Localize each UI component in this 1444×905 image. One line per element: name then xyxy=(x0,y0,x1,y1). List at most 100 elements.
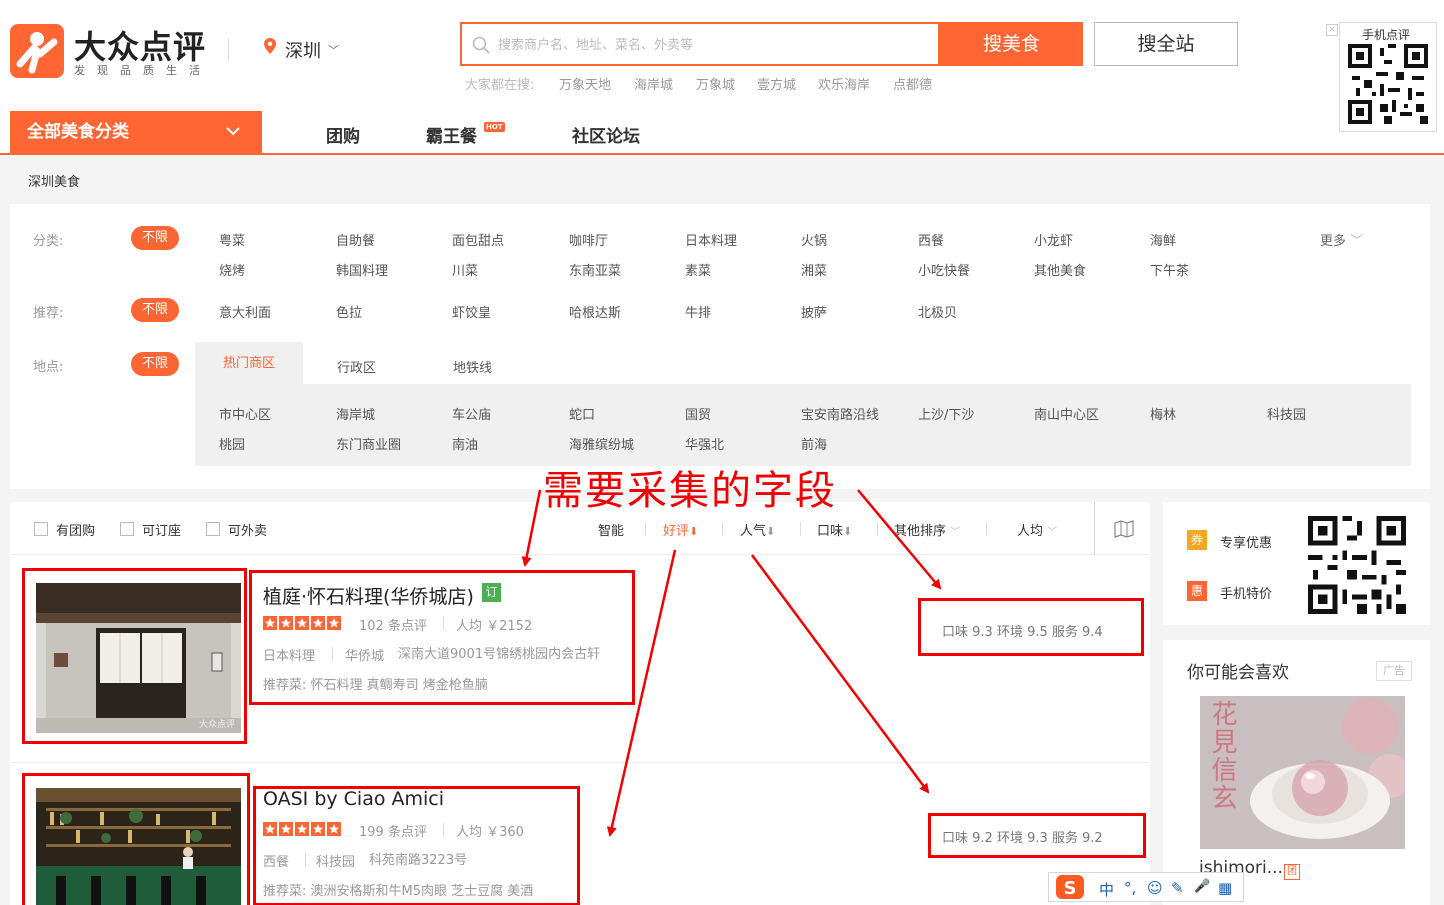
filter-category-item[interactable]: 面包甜点 xyxy=(452,230,504,249)
filter-category-item[interactable]: 日本料理 xyxy=(685,230,737,249)
filter-category-item[interactable]: 其他美食 xyxy=(1034,260,1086,279)
filter-unlimited-button[interactable]: 不限 xyxy=(131,298,179,322)
nav-free-meal[interactable]: 霸王餐 xyxy=(426,122,477,147)
filter-category-item[interactable]: 韩国料理 xyxy=(336,260,388,279)
filter-recommend-item[interactable]: 色拉 xyxy=(336,302,362,321)
filter-category-item[interactable]: 海鲜 xyxy=(1150,230,1176,249)
chevron-down-icon[interactable]: ﹀ xyxy=(328,42,339,58)
sort-other[interactable]: 其他排序 ﹀ xyxy=(894,520,960,539)
ime-chinese-mode[interactable]: 中 xyxy=(1099,879,1114,900)
promo-exclusive-link[interactable]: 专享优惠 xyxy=(1220,532,1272,551)
filter-unlimited-button[interactable]: 不限 xyxy=(131,226,179,250)
ime-handwrite-icon[interactable]: ✎ xyxy=(1171,879,1184,897)
filter-category-item[interactable]: 川菜 xyxy=(452,260,478,279)
filter-location-item[interactable]: 上沙/下沙 xyxy=(918,404,974,423)
ime-emoji-icon[interactable]: ☺ xyxy=(1147,879,1163,897)
filter-category-item[interactable]: 湘菜 xyxy=(801,260,827,279)
hot-search-word[interactable]: 万象天地 xyxy=(559,74,611,93)
filter-location-item[interactable]: 桃园 xyxy=(219,434,245,453)
filter-recommend-item[interactable]: 意大利面 xyxy=(219,302,271,321)
filter-location-item[interactable]: 国贸 xyxy=(685,404,711,423)
dianping-logo-icon[interactable] xyxy=(10,24,64,78)
hot-search-word[interactable]: 海岸城 xyxy=(634,74,673,93)
filter-location-item[interactable]: 车公庙 xyxy=(452,404,491,423)
filter-recommend-item[interactable]: 哈根达斯 xyxy=(569,302,621,321)
close-icon[interactable]: × xyxy=(1326,24,1338,36)
filter-category-item[interactable]: 小龙虾 xyxy=(1034,230,1073,249)
filter-category-item[interactable]: 东南亚菜 xyxy=(569,260,621,279)
filter-category-item[interactable]: 咖啡厅 xyxy=(569,230,608,249)
ime-punctuation[interactable]: °, xyxy=(1124,879,1136,897)
filter-category-item[interactable]: 小吃快餐 xyxy=(918,260,970,279)
hot-search-word[interactable]: 壹方城 xyxy=(757,74,796,93)
hot-search-word[interactable]: 点都德 xyxy=(893,74,932,93)
checkbox-reservable[interactable] xyxy=(120,522,134,536)
search-food-button[interactable]: 搜美食 xyxy=(940,22,1083,66)
checkbox-takeout[interactable] xyxy=(206,522,220,536)
recommended-dishes[interactable]: 推荐菜: 澳洲安格斯和牛M5肉眼 芝士豆腐 美酒 xyxy=(263,880,533,899)
filter-category-item[interactable]: 西餐 xyxy=(918,230,944,249)
filter-location-item[interactable]: 前海 xyxy=(801,434,827,453)
filter-location-item[interactable]: 宝安南路沿线 xyxy=(801,404,879,423)
more-categories-link[interactable]: 更多 ﹀ xyxy=(1320,230,1363,249)
filter-location-item[interactable]: 华强北 xyxy=(685,434,724,453)
breadcrumb[interactable]: 深圳美食 xyxy=(28,171,80,190)
review-count[interactable]: 199 条点评 xyxy=(359,821,427,840)
filter-location-item[interactable]: 梅林 xyxy=(1150,404,1176,423)
checkbox-label[interactable]: 可订座 xyxy=(142,520,181,539)
shop-area[interactable]: 华侨城 xyxy=(345,645,384,664)
filter-location-item[interactable]: 海岸城 xyxy=(336,404,375,423)
recommended-dishes[interactable]: 推荐菜: 怀石料理 真鲷寿司 烤金枪鱼腩 xyxy=(263,674,488,693)
search-all-button[interactable]: 搜全站 xyxy=(1094,22,1238,66)
checkbox-label[interactable]: 可外卖 xyxy=(228,520,267,539)
filter-unlimited-button[interactable]: 不限 xyxy=(131,352,179,376)
tab-administrative[interactable]: 行政区 xyxy=(337,357,376,376)
filter-category-item[interactable]: 粤菜 xyxy=(219,230,245,249)
hot-search-word[interactable]: 欢乐海岸 xyxy=(818,74,870,93)
filter-category-item[interactable]: 下午茶 xyxy=(1150,260,1189,279)
promo-mobile-link[interactable]: 手机特价 xyxy=(1220,583,1272,602)
filter-category-item[interactable]: 烧烤 xyxy=(219,260,245,279)
filter-recommend-item[interactable]: 牛排 xyxy=(685,302,711,321)
filter-category-item[interactable]: 火锅 xyxy=(801,230,827,249)
city-selector[interactable]: 深圳 xyxy=(285,37,321,63)
sort-smart[interactable]: 智能 xyxy=(598,520,624,539)
filter-location-item[interactable]: 市中心区 xyxy=(219,404,271,423)
ime-toolbox-icon[interactable]: ▦ xyxy=(1218,879,1232,897)
filter-location-item[interactable]: 南油 xyxy=(452,434,478,453)
location-pin-icon[interactable] xyxy=(264,38,276,54)
shop-photo[interactable]: 大众点评 xyxy=(36,583,241,733)
hot-search-word[interactable]: 万象城 xyxy=(696,74,735,93)
filter-category-item[interactable]: 素菜 xyxy=(685,260,711,279)
sort-taste[interactable]: 口味⬇ xyxy=(817,520,852,539)
shop-photo[interactable] xyxy=(36,788,241,905)
filter-location-item[interactable]: 南山中心区 xyxy=(1034,404,1099,423)
checkbox-group-buy[interactable] xyxy=(34,522,48,536)
tab-metro[interactable]: 地铁线 xyxy=(453,357,492,376)
shop-name[interactable]: OASI by Ciao Amici xyxy=(263,788,444,810)
filter-location-item[interactable]: 科技园 xyxy=(1267,404,1306,423)
filter-recommend-item[interactable]: 披萨 xyxy=(801,302,827,321)
sogou-ime-icon[interactable]: S xyxy=(1054,873,1086,901)
ime-voice-icon[interactable]: 🎤 xyxy=(1194,879,1210,894)
shop-cuisine[interactable]: 西餐 xyxy=(263,851,289,870)
chevron-down-icon[interactable] xyxy=(224,122,242,140)
tab-hot-districts[interactable]: 热门商区 xyxy=(195,342,303,385)
sort-price[interactable]: 人均 ﹀ xyxy=(1017,520,1057,539)
nav-forum[interactable]: 社区论坛 xyxy=(572,122,640,147)
shop-cuisine[interactable]: 日本料理 xyxy=(263,645,315,664)
filter-category-item[interactable]: 自助餐 xyxy=(336,230,375,249)
shop-name[interactable]: 植庭·怀石料理(华侨城店) xyxy=(263,582,474,609)
shop-area[interactable]: 科技园 xyxy=(316,851,355,870)
filter-recommend-item[interactable]: 北极贝 xyxy=(918,302,957,321)
search-input[interactable] xyxy=(498,30,928,60)
nav-group-buy[interactable]: 团购 xyxy=(326,122,360,147)
review-count[interactable]: 102 条点评 xyxy=(359,615,427,634)
filter-location-item[interactable]: 蛇口 xyxy=(569,404,595,423)
map-icon[interactable] xyxy=(1114,520,1134,538)
filter-location-item[interactable]: 海雅缤纷城 xyxy=(569,434,634,453)
sort-rating[interactable]: 好评⬇ xyxy=(663,520,698,539)
recommendation-photo[interactable]: 花見信玄 xyxy=(1200,696,1405,849)
sort-popularity[interactable]: 人气⬇ xyxy=(740,520,775,539)
filter-location-item[interactable]: 东门商业圈 xyxy=(336,434,401,453)
